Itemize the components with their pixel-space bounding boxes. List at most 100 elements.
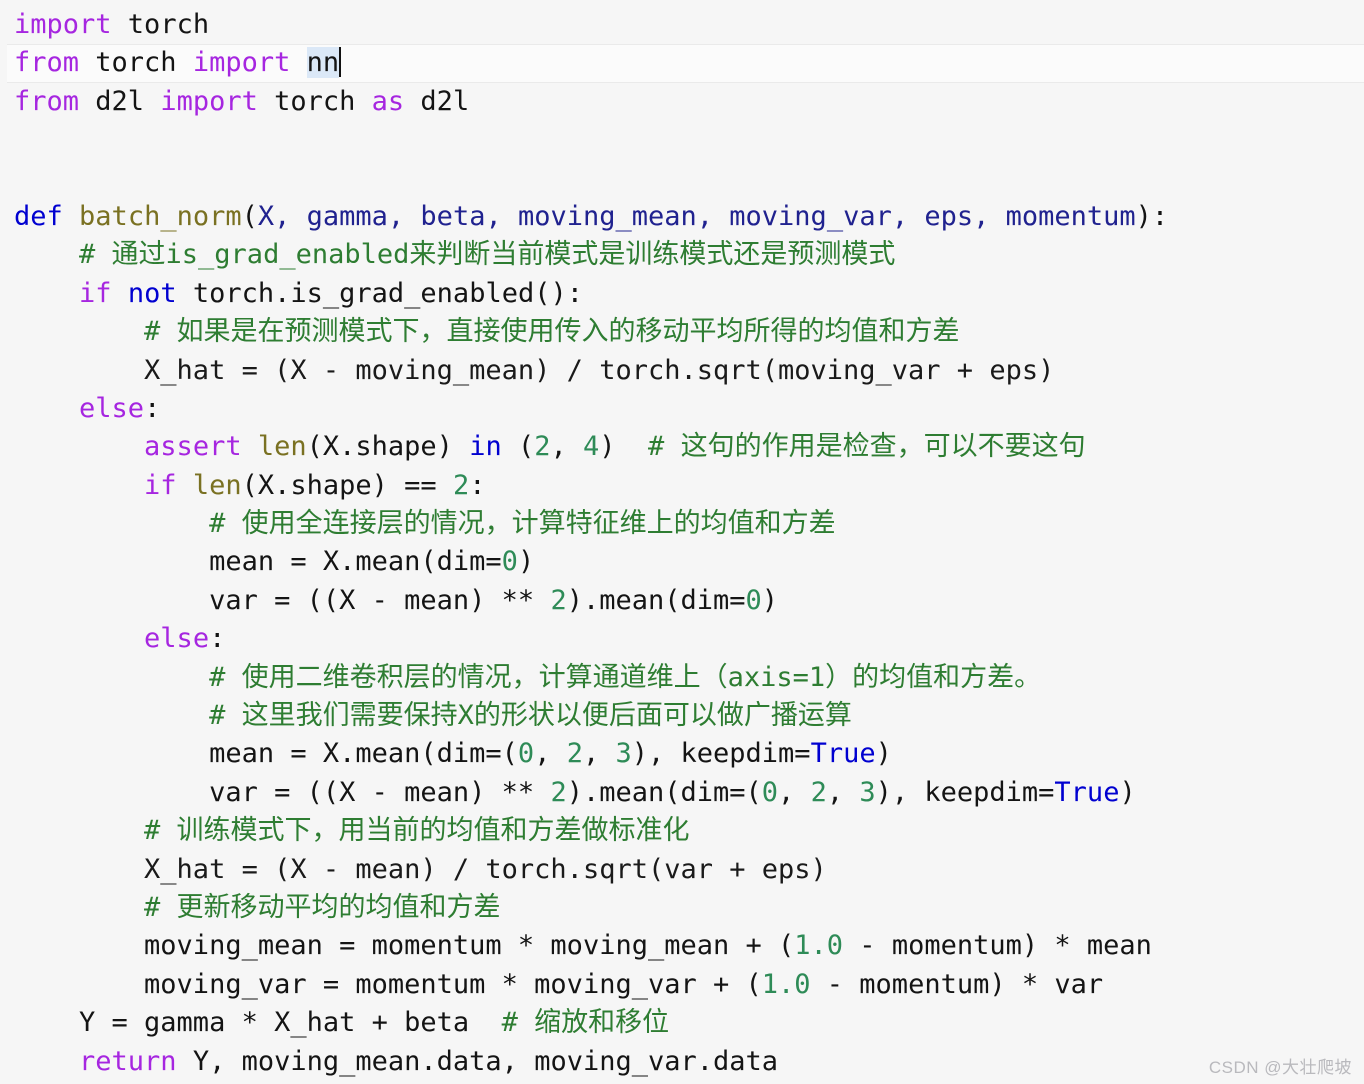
expression-mid: ).mean(dim=( xyxy=(566,776,762,808)
code-line-else-outer[interactable]: else: xyxy=(0,390,1364,428)
number-literal: 1.0 xyxy=(761,968,811,1000)
number-literal: 3 xyxy=(615,738,632,770)
keyword-from: from xyxy=(14,85,80,117)
expression-mid: ), keepdim= xyxy=(631,738,811,770)
colon: : xyxy=(469,469,486,501)
paren-close: ): xyxy=(1135,200,1169,232)
number-literal: 4 xyxy=(583,431,600,463)
text-cursor xyxy=(339,47,342,78)
code-line-else-inner[interactable]: else: xyxy=(0,620,1364,658)
code-line-mean-dim023[interactable]: mean = X.mean(dim=(0, 2, 3), keepdim=Tru… xyxy=(0,735,1364,773)
code-line-comment-mode-check[interactable]: # 通过is_grad_enabled来判断当前模式是训练模式还是预测模式 xyxy=(0,236,1364,274)
number-literal: 1.0 xyxy=(794,930,844,962)
keyword-from: from xyxy=(14,47,80,79)
paren-close: ) xyxy=(761,584,779,616)
module-name: torch xyxy=(111,9,210,40)
keyword-true: True xyxy=(810,738,876,770)
code-line-comment-update-moving[interactable]: # 更新移动平均的均值和方差 xyxy=(0,889,1364,927)
return-values: Y, moving_mean.data, moving_var.data xyxy=(176,1045,779,1077)
code-line-var-dim023[interactable]: var = ((X - mean) ** 2).mean(dim=(0, 2, … xyxy=(0,774,1364,812)
comma: , xyxy=(550,431,584,463)
code-line-comment-keep-shape[interactable]: # 这里我们需要保持X的形状以便后面可以做广播运算 xyxy=(0,697,1364,735)
number-literal: 0 xyxy=(745,584,762,616)
colon: : xyxy=(144,392,161,424)
code-line-mean-dim0[interactable]: mean = X.mean(dim=0) xyxy=(0,543,1364,581)
selected-text[interactable]: nn xyxy=(306,47,340,79)
import-target: torch xyxy=(257,85,372,117)
number-literal: 2 xyxy=(550,776,567,808)
code-line-var-dim0[interactable]: var = ((X - mean) ** 2).mean(dim=0) xyxy=(0,582,1364,620)
code-line-update-moving-var[interactable]: moving_var = momentum * moving_var + (1.… xyxy=(0,966,1364,1004)
code-line-def[interactable]: def batch_norm(X, gamma, beta, moving_me… xyxy=(0,198,1364,236)
keyword-def: def xyxy=(14,200,63,232)
code-line-if-not-grad[interactable]: if not torch.is_grad_enabled(): xyxy=(0,275,1364,313)
inline-comment: # 缩放和移位 xyxy=(469,1007,670,1039)
keyword-import: import xyxy=(192,47,291,79)
number-literal: 2 xyxy=(566,738,583,770)
code-line-xhat-moving[interactable]: X_hat = (X - moving_mean) / torch.sqrt(m… xyxy=(0,352,1364,390)
number-literal: 2 xyxy=(550,584,567,616)
expression: moving_mean = momentum * moving_mean + ( xyxy=(14,930,795,962)
separator: , xyxy=(582,738,616,770)
keyword-import: import xyxy=(160,85,258,117)
number-literal: 3 xyxy=(859,776,876,808)
keyword-in: in xyxy=(469,431,502,463)
separator: , xyxy=(534,738,567,770)
keyword-true: True xyxy=(1054,776,1120,808)
assert-args: (X.shape) xyxy=(306,431,470,463)
number-literal: 2 xyxy=(534,431,551,463)
keyword-else: else xyxy=(144,623,210,655)
inline-comment: # 这句的作用是检查，可以不要这句 xyxy=(615,431,1086,463)
builtin-len: len xyxy=(192,469,242,501)
code-line-return[interactable]: return Y, moving_mean.data, moving_var.d… xyxy=(0,1043,1364,1081)
builtin-len: len xyxy=(257,431,307,463)
code-line-1[interactable]: import torch xyxy=(0,6,1364,44)
code-editor[interactable]: import torch from torch import nn from d… xyxy=(0,0,1364,1084)
expression-tail: - momentum) * var xyxy=(810,968,1104,1000)
code-line-if-len-2[interactable]: if len(X.shape) == 2: xyxy=(0,467,1364,505)
expression: Y = gamma * X_hat + beta xyxy=(14,1007,470,1039)
paren-open: ( xyxy=(241,200,258,232)
keyword-not: not xyxy=(127,277,177,309)
number-literal: 0 xyxy=(517,738,535,770)
code-line-3[interactable]: from d2l import torch as d2l xyxy=(0,83,1364,121)
expression-mid: ), keepdim= xyxy=(875,776,1055,808)
paren-close: ) xyxy=(1119,776,1136,808)
tuple-open: ( xyxy=(501,431,535,463)
code-line-2[interactable]: from torch import nn xyxy=(7,44,1364,83)
module-name: torch xyxy=(79,47,193,79)
code-line-comment-fc-layer[interactable]: # 使用全连接层的情况，计算特征维上的均值和方差 xyxy=(0,505,1364,543)
condition-expression: (X.shape) == xyxy=(241,469,453,501)
paren-close: ) xyxy=(875,738,892,770)
number-literal: 2 xyxy=(810,776,827,808)
code-line-blank-4[interactable] xyxy=(0,121,1364,159)
function-name: batch_norm xyxy=(79,200,242,232)
code-line-blank-5[interactable] xyxy=(0,160,1364,198)
code-line-update-moving-mean[interactable]: moving_mean = momentum * moving_mean + (… xyxy=(0,927,1364,965)
number-literal: 0 xyxy=(761,776,779,808)
code-line-assert[interactable]: assert len(X.shape) in (2, 4) # 这句的作用是检查… xyxy=(0,428,1364,466)
code-line-comment-predict-mode[interactable]: # 如果是在预测模式下，直接使用传入的移动平均所得的均值和方差 xyxy=(0,313,1364,351)
colon: : xyxy=(209,623,226,655)
code-line-xhat-train[interactable]: X_hat = (X - mean) / torch.sqrt(var + ep… xyxy=(0,851,1364,889)
code-line-scale-shift[interactable]: Y = gamma * X_hat + beta # 缩放和移位 xyxy=(0,1004,1364,1042)
code-line-comment-conv-layer[interactable]: # 使用二维卷积层的情况，计算通道维上（axis=1）的均值和方差。 xyxy=(0,659,1364,697)
paren-close: ) xyxy=(517,546,535,578)
expression-tail: - momentum) * mean xyxy=(843,930,1152,962)
keyword-return: return xyxy=(79,1045,177,1077)
expression-mid: ).mean(dim= xyxy=(566,584,746,616)
code-line-comment-train-mode[interactable]: # 训练模式下，用当前的均值和方差做标准化 xyxy=(0,812,1364,850)
keyword-else: else xyxy=(79,392,145,424)
alias-name: d2l xyxy=(404,85,470,117)
